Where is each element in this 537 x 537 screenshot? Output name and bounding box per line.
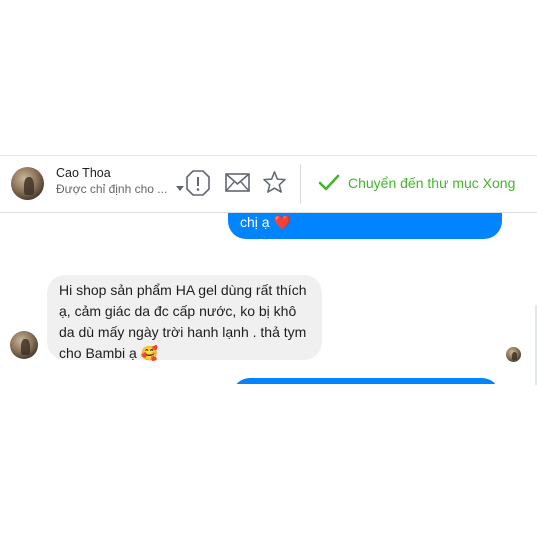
incoming-message-bubble[interactable]: Hi shop sản phẩm HA gel dùng rất thích ạ… xyxy=(47,275,322,361)
contact-name[interactable]: Cao Thoa xyxy=(56,166,111,180)
message-line: da dù mấy ngày trời hanh lạnh . thả tym xyxy=(59,324,307,340)
exclamation-octagon-icon[interactable] xyxy=(186,170,210,196)
checkmark-icon xyxy=(318,174,340,191)
contact-avatar[interactable] xyxy=(11,167,44,200)
chevron-down-icon[interactable] xyxy=(176,186,184,191)
outgoing-message-text: chị ạ ❤️ xyxy=(240,214,291,230)
blank-area xyxy=(0,384,537,537)
star-icon[interactable] xyxy=(263,171,286,193)
sender-avatar[interactable] xyxy=(10,331,38,359)
message-line: cho Bambi ạ 🥰 xyxy=(59,345,159,361)
assignment-status[interactable]: Được chỉ định cho ... xyxy=(56,182,167,196)
header-divider xyxy=(300,164,301,204)
message-line: Hi shop sản phẩm HA gel dùng rất thích xyxy=(59,282,307,298)
move-to-done-button[interactable]: Chuyển đến thư mục Xong xyxy=(318,170,515,196)
read-receipt-avatar xyxy=(506,347,521,362)
move-to-done-label: Chuyển đến thư mục Xong xyxy=(348,175,516,191)
conversation-header: Cao Thoa Được chỉ định cho ... Chuyển đế… xyxy=(0,155,537,213)
message-line: ạ, cảm giác da đc cấp nước, ko bị khô xyxy=(59,303,297,319)
envelope-icon[interactable] xyxy=(225,173,250,192)
